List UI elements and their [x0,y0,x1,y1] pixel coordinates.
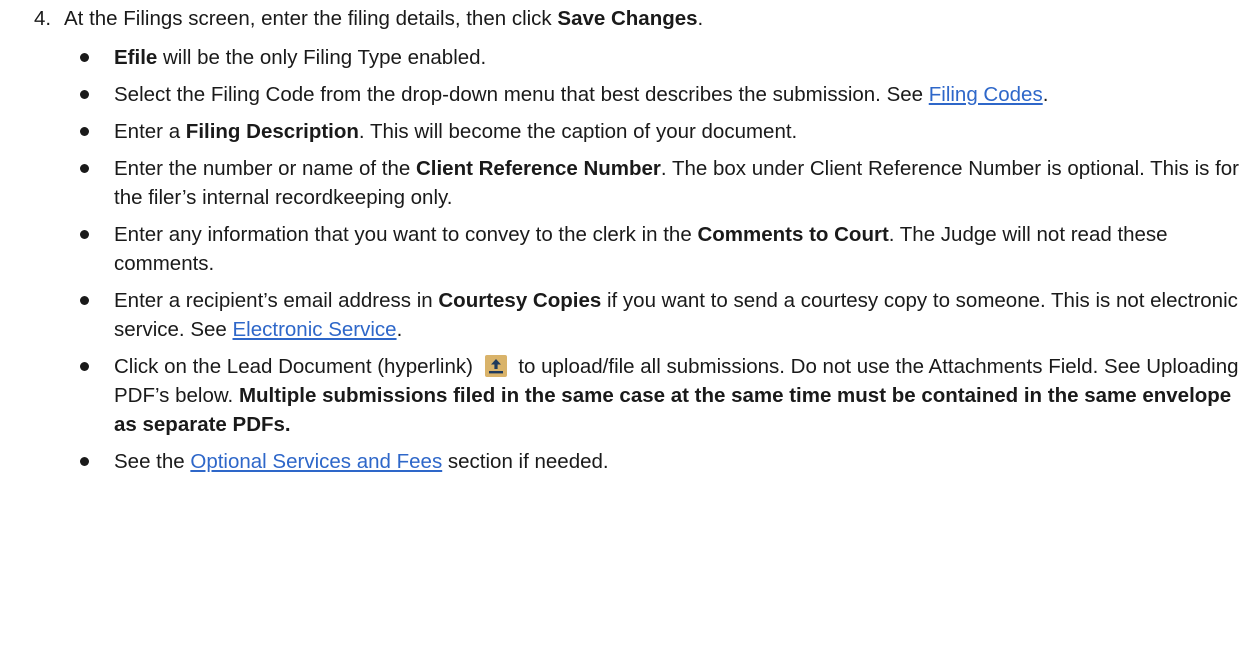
bullet-icon [80,362,89,371]
bullet-icon [80,164,89,173]
filing-instructions-list: Efile will be the only Filing Type enabl… [0,43,1260,476]
upload-icon [484,355,507,377]
save-changes-label: Save Changes [557,7,698,30]
list-item: Enter any information that you want to c… [0,220,1260,278]
filing-codes-link[interactable]: Filing Codes [929,83,1043,106]
step-intro: At the Filings screen, enter the filing … [64,7,704,30]
bullet-icon [80,296,89,305]
bullet-icon [80,230,89,239]
list-item: See the Optional Services and Fees secti… [0,447,1260,476]
bullet-icon [80,53,89,62]
bullet-icon [80,457,89,466]
optional-services-link[interactable]: Optional Services and Fees [190,450,442,473]
list-item: Click on the Lead Document (hyperlink) t… [0,352,1260,439]
step-4: 4. At the Filings screen, enter the fili… [34,4,1260,33]
list-item: Enter a recipient’s email address in Cou… [0,286,1260,344]
bullet-icon [80,90,89,99]
list-item: Select the Filing Code from the drop-dow… [0,80,1260,109]
list-item: Enter the number or name of the Client R… [0,154,1260,212]
electronic-service-link[interactable]: Electronic Service [233,318,397,341]
list-item: Efile will be the only Filing Type enabl… [0,43,1260,72]
step-number: 4. [34,7,52,30]
bullet-icon [80,127,89,136]
list-item: Enter a Filing Description. This will be… [0,117,1260,146]
document-page: 4. At the Filings screen, enter the fili… [0,0,1260,653]
